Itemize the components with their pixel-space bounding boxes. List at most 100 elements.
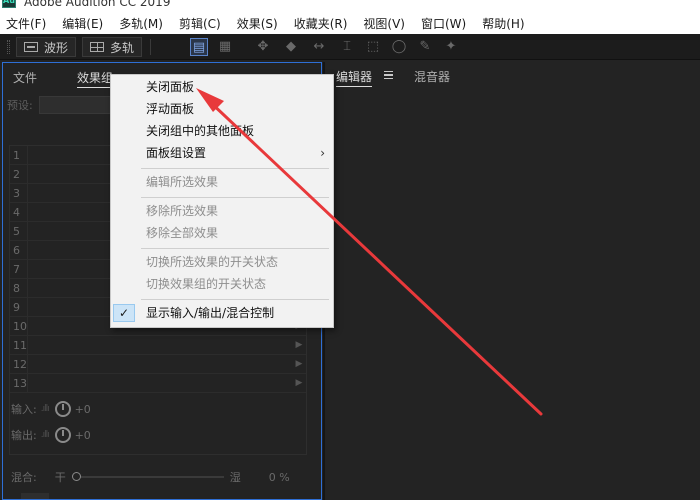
preset-label: 预设:	[7, 99, 33, 112]
multitrack-label: 多轨	[110, 40, 135, 55]
menu-item-toggle-effects-rack: 切换效果组的开关状态	[146, 277, 267, 291]
slot-body[interactable]	[28, 336, 292, 354]
slot-number: 13	[10, 374, 28, 392]
mix-row: 混合: 干 湿 0 %	[11, 469, 313, 485]
tab-files[interactable]: 文件	[13, 69, 37, 86]
effect-slot[interactable]: 11 ▶	[10, 336, 306, 355]
tab-editor[interactable]: 编辑器	[336, 68, 373, 87]
mix-label: 混合:	[11, 471, 37, 484]
lasso-tool-icon[interactable]: ◯	[390, 38, 408, 56]
menu-edit[interactable]: 编辑(E)	[62, 15, 103, 32]
waveform-button[interactable]: 波形	[16, 37, 77, 57]
menu-separator	[141, 168, 329, 169]
spectral-pitch-icon[interactable]: ▦	[216, 38, 234, 56]
input-meter-icon: .ıllı	[40, 404, 50, 414]
preset-dropdown[interactable]	[38, 96, 111, 114]
slot-number: 11	[10, 336, 28, 354]
effect-slot[interactable]: 13 ▶	[10, 374, 306, 393]
mix-wet-label: 湿	[229, 471, 241, 484]
menu-item-close-other-panels[interactable]: 关闭组中的其他面板	[111, 121, 333, 141]
move-tool-icon[interactable]: ✥	[254, 38, 272, 56]
app-icon: Au	[2, 0, 16, 8]
menu-multitrack[interactable]: 多轨(M)	[119, 15, 163, 32]
input-label: 输入:	[11, 403, 37, 416]
mix-value: 0 %	[268, 470, 290, 484]
slot-number: 2	[10, 165, 28, 183]
menu-separator	[141, 299, 329, 300]
slot-number: 10	[10, 317, 28, 335]
slot-number: 7	[10, 260, 28, 278]
submenu-arrow-icon: ›	[320, 146, 325, 160]
menu-favorites[interactable]: 收藏夹(R)	[294, 15, 348, 32]
slot-number: 5	[10, 222, 28, 240]
menu-item-label: 显示输入/输出/混合控制	[146, 306, 275, 320]
window-title: Adobe Audition CC 2019	[24, 0, 171, 9]
panel-context-menu: 关闭面板 浮动面板 关闭组中的其他面板 面板组设置 › 编辑所选效果 移除所选效…	[110, 74, 334, 328]
output-gain-knob[interactable]	[54, 427, 71, 443]
menu-view[interactable]: 视图(V)	[363, 15, 405, 32]
input-gain-knob[interactable]	[54, 401, 71, 417]
spectral-display-icon[interactable]: ▤	[190, 38, 208, 56]
menu-item-close-panel[interactable]: 关闭面板	[111, 77, 333, 97]
panel-menu-icon[interactable]	[384, 71, 393, 79]
menu-window[interactable]: 窗口(W)	[421, 15, 466, 32]
menu-item-remove-all-effects: 移除全部效果	[146, 226, 219, 240]
power-toggle[interactable]	[21, 493, 49, 499]
slot-number: 4	[10, 203, 28, 221]
marquee-tool-icon[interactable]: ⬚	[364, 38, 382, 56]
menu-clip[interactable]: 剪辑(C)	[179, 15, 221, 32]
mix-slider[interactable]	[71, 470, 224, 484]
slot-menu-arrow-icon[interactable]: ▶	[292, 336, 306, 354]
menu-separator	[141, 197, 329, 198]
toolbar: 波形 多轨 ▤ ▦ ✥ ◆ ↔ ⌶ ⬚ ◯ ✎ ✦	[0, 34, 700, 60]
slot-number: 1	[10, 146, 28, 164]
editor-panel: 编辑器 混音器	[326, 62, 700, 500]
slot-number: 8	[10, 279, 28, 297]
menu-item-toggle-selected-effect: 切换所选效果的开关状态	[146, 255, 279, 269]
waveform-label: 波形	[44, 40, 69, 55]
mix-slider-track	[75, 476, 224, 478]
slot-number: 6	[10, 241, 28, 259]
input-gain-value: +0	[74, 402, 91, 416]
mix-slider-thumb[interactable]	[71, 472, 81, 481]
slot-menu-arrow-icon[interactable]: ▶	[292, 355, 306, 373]
output-gain-value: +0	[74, 428, 91, 442]
output-row: 输出: .ıllı +0	[11, 427, 91, 443]
multitrack-button[interactable]: 多轨	[82, 37, 143, 57]
menu-effects[interactable]: 效果(S)	[237, 15, 278, 32]
slot-body[interactable]	[28, 374, 292, 392]
menu-item-undock-panel[interactable]: 浮动面板	[111, 99, 333, 119]
slot-number: 12	[10, 355, 28, 373]
output-meter-icon: .ıllı	[40, 430, 50, 440]
toolbar-divider	[150, 39, 151, 55]
checkmark-icon: ✓	[113, 304, 135, 322]
tab-mixer[interactable]: 混音器	[414, 68, 450, 85]
menu-item-edit-selected-effect: 编辑所选效果	[146, 175, 219, 189]
tab-effects-rack[interactable]: 效果组	[77, 69, 114, 88]
input-row: 输入: .ıllı +0	[11, 401, 91, 417]
slot-number: 3	[10, 184, 28, 202]
brush-tool-icon[interactable]: ✎	[416, 38, 434, 56]
menu-separator	[141, 248, 329, 249]
spot-healing-tool-icon[interactable]: ✦	[442, 38, 460, 56]
slip-tool-icon[interactable]: ↔	[310, 38, 328, 56]
menu-item-remove-selected-effect: 移除所选效果	[146, 204, 219, 218]
menu-bar: 文件(F) 编辑(E) 多轨(M) 剪辑(C) 效果(S) 收藏夹(R) 视图(…	[0, 12, 700, 34]
multitrack-icon	[90, 42, 104, 52]
effect-slot[interactable]: 12 ▶	[10, 355, 306, 374]
menu-item-label: 面板组设置	[146, 146, 207, 160]
razor-tool-icon[interactable]: ◆	[282, 38, 300, 56]
title-bar: Au Adobe Audition CC 2019	[0, 0, 700, 12]
menu-item-panel-group-settings[interactable]: 面板组设置 ›	[111, 143, 333, 163]
waveform-icon	[24, 42, 38, 52]
slot-menu-arrow-icon[interactable]: ▶	[292, 374, 306, 392]
toolbar-grip[interactable]	[7, 40, 10, 54]
menu-help[interactable]: 帮助(H)	[482, 15, 524, 32]
time-selection-tool-icon[interactable]: ⌶	[338, 38, 356, 56]
mix-dry-label: 干	[54, 471, 66, 484]
slot-number: 9	[10, 298, 28, 316]
output-label: 输出:	[11, 429, 37, 442]
menu-item-show-io-mix-controls[interactable]: ✓ 显示输入/输出/混合控制	[111, 303, 333, 323]
slot-body[interactable]	[28, 355, 292, 373]
menu-file[interactable]: 文件(F)	[6, 15, 46, 32]
